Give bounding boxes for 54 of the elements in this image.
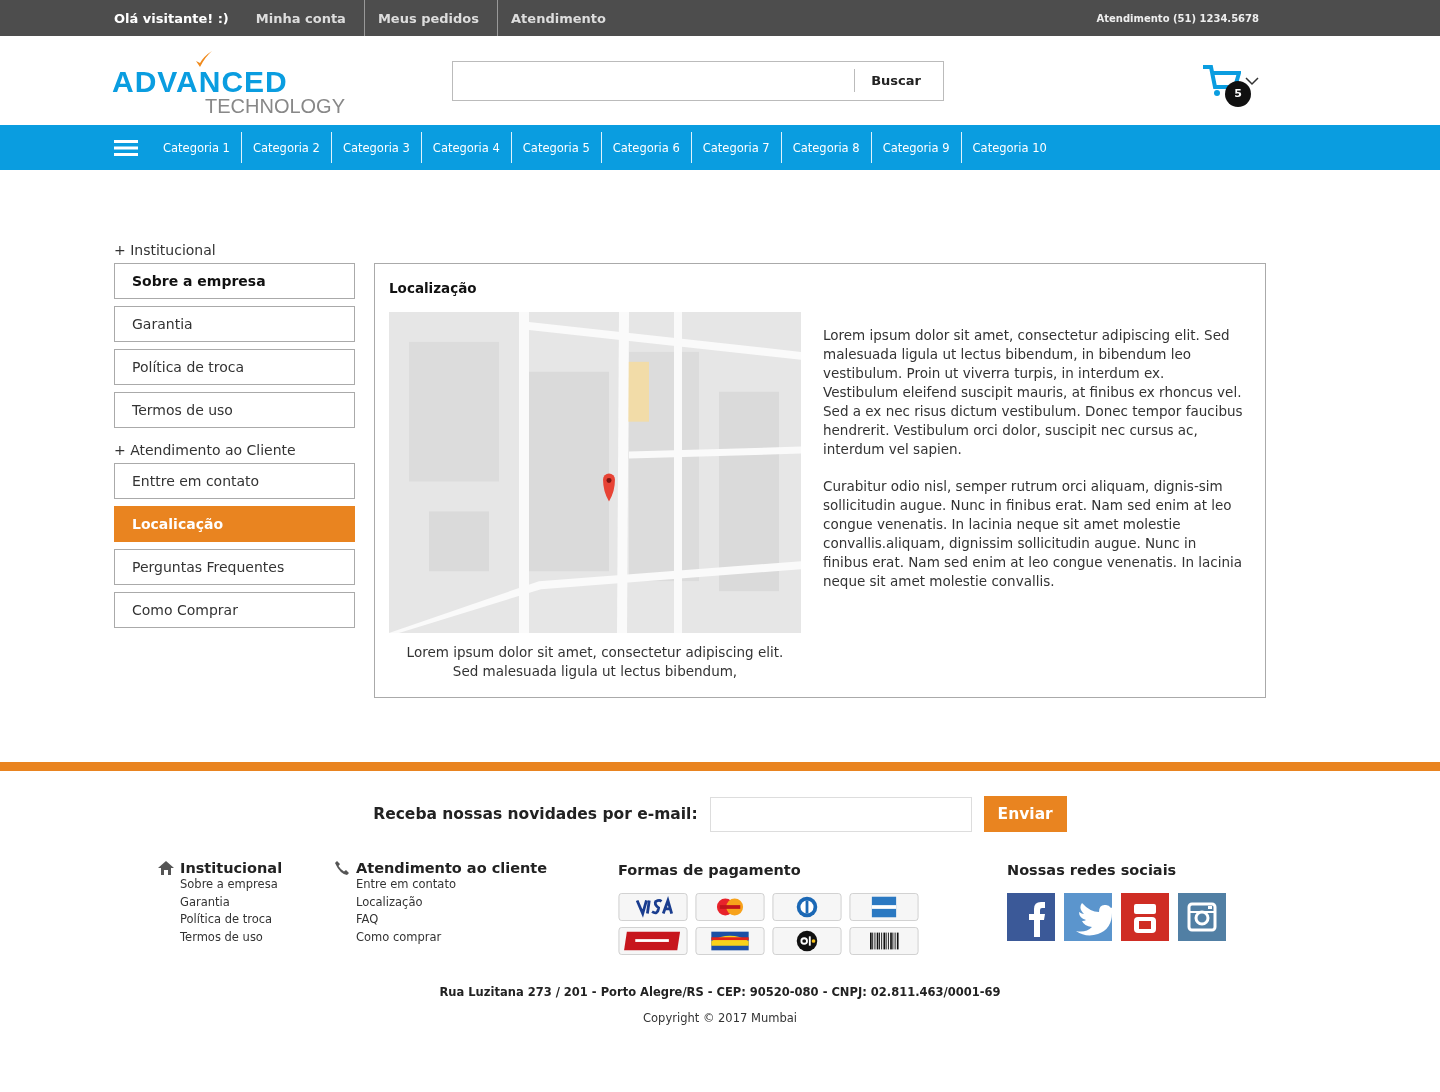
address-text: Rua Luzitana 273 / 201 - Porto Alegre/RS - CEP: 90520-080 - CNPJ: 02.811.463/0001-69 — [438, 985, 1002, 999]
copyright-text: Copyright © 2017 Mumbai — [642, 1011, 798, 1025]
newsletter-label: Receba nossas novidades por e-mail: — [373, 805, 698, 823]
sidebar-item[interactable]: Garantia — [114, 306, 355, 342]
logo-subtitle: TECHNOLOGY — [205, 96, 347, 115]
panel-title: Localização — [389, 280, 478, 296]
sidebar-item[interactable]: Sobre a empresa — [114, 263, 355, 299]
payment-card-icon — [618, 927, 688, 955]
footer-link[interactable]: Sobre a empresa — [158, 876, 334, 894]
phone-text: Atendimento (51) 1234.5678 — [1096, 12, 1259, 24]
top-bar-link[interactable]: Meus pedidos — [364, 0, 499, 36]
footer-link[interactable]: Política de troca — [158, 911, 334, 929]
map-caption: Lorem ipsum dolor sit amet, consectetur adipiscing elit. Sed malesuada ligula ut lectus bibendum, — [405, 643, 785, 681]
logo-text: ADVANCED — [112, 66, 288, 97]
payment-card-icon — [849, 893, 919, 921]
phone-icon — [334, 860, 350, 876]
home-icon — [158, 860, 174, 876]
video-icon[interactable] — [1121, 893, 1169, 941]
footer-link[interactable]: FAQ — [334, 911, 618, 929]
menu-icon[interactable] — [114, 139, 138, 156]
sidebar-heading[interactable]: + Atendimento ao Cliente — [114, 442, 355, 458]
camera-icon[interactable] — [1178, 893, 1226, 941]
footer-link[interactable]: Garantia — [158, 893, 334, 911]
payment-card-icon — [695, 893, 765, 921]
facebook-icon[interactable] — [1007, 893, 1055, 941]
greeting-text: Olá visitante! :) — [114, 10, 229, 26]
payment-card-icon — [695, 927, 765, 955]
footer-link[interactable]: Termos de uso — [158, 928, 334, 946]
barcode-icon — [849, 927, 919, 955]
payment-card-icon — [772, 893, 842, 921]
top-bar-link[interactable]: Atendimento — [498, 0, 624, 36]
body-paragraph: Lorem ipsum dolor sit amet, consectetur adipiscing elit. Sed malesuada ligula ut lectus bibendum, in bibendum leo vestibulum. Proin ut viverra turpis, in interdum ex. Vestibulum eleifend suscipit mauris, at finibus ex rhoncus vel. Sed a ex nec risus dictum vestibulum. Donec tempor faucibus hendrerit. Vestibulum orci dolor, suscipit nec cursus ac, interdum vel sapien. — [823, 326, 1243, 459]
payment-card-icon — [772, 927, 842, 955]
sidebar-item[interactable]: Como Comprar — [114, 592, 355, 628]
bird-icon[interactable] — [1064, 893, 1112, 941]
chevron-down-icon[interactable] — [1245, 75, 1259, 86]
cart-count-badge: 5 — [1225, 80, 1251, 107]
payment-card-icon — [618, 893, 688, 921]
footer-link[interactable]: Localização — [334, 893, 618, 911]
sidebar-item[interactable]: Enttre em contato — [114, 463, 355, 499]
email-field[interactable] — [709, 796, 972, 832]
sidebar-heading[interactable]: + Institucional — [114, 242, 355, 258]
footer-heading: Formas de pagamento — [618, 862, 801, 878]
sidebar-item[interactable]: Política de troca — [114, 349, 355, 385]
footer-link[interactable]: Como comprar — [334, 928, 618, 946]
top-bar-link[interactable]: Minha conta — [242, 0, 365, 36]
footer-heading: Nossas redes sociais — [1007, 862, 1177, 878]
search-field[interactable]: Buscar — [452, 60, 944, 101]
body-paragraph: Curabitur odio nisl, semper rutrum orci aliquam, dignis-sim sollicitudin augue. Nunc in finibus erat. Nam sed enim at leo congue venenatis. In lacinia neque sit amet molestie convallis.aliquam, dignissim sollicitudin augue. Nunc in finibus erat. Nam sed enim at leo congue venenatis. In lacinia neque sit amet molestie convallis. — [823, 477, 1243, 591]
sidebar-item[interactable]: Termos de uso — [114, 392, 355, 428]
footer-link[interactable]: Entre em contato — [334, 876, 618, 894]
sidebar-item[interactable]: Perguntas Frequentes — [114, 549, 355, 585]
footer-heading: Institucional — [180, 860, 283, 876]
footer-heading: Atendimento ao cliente — [356, 860, 548, 876]
